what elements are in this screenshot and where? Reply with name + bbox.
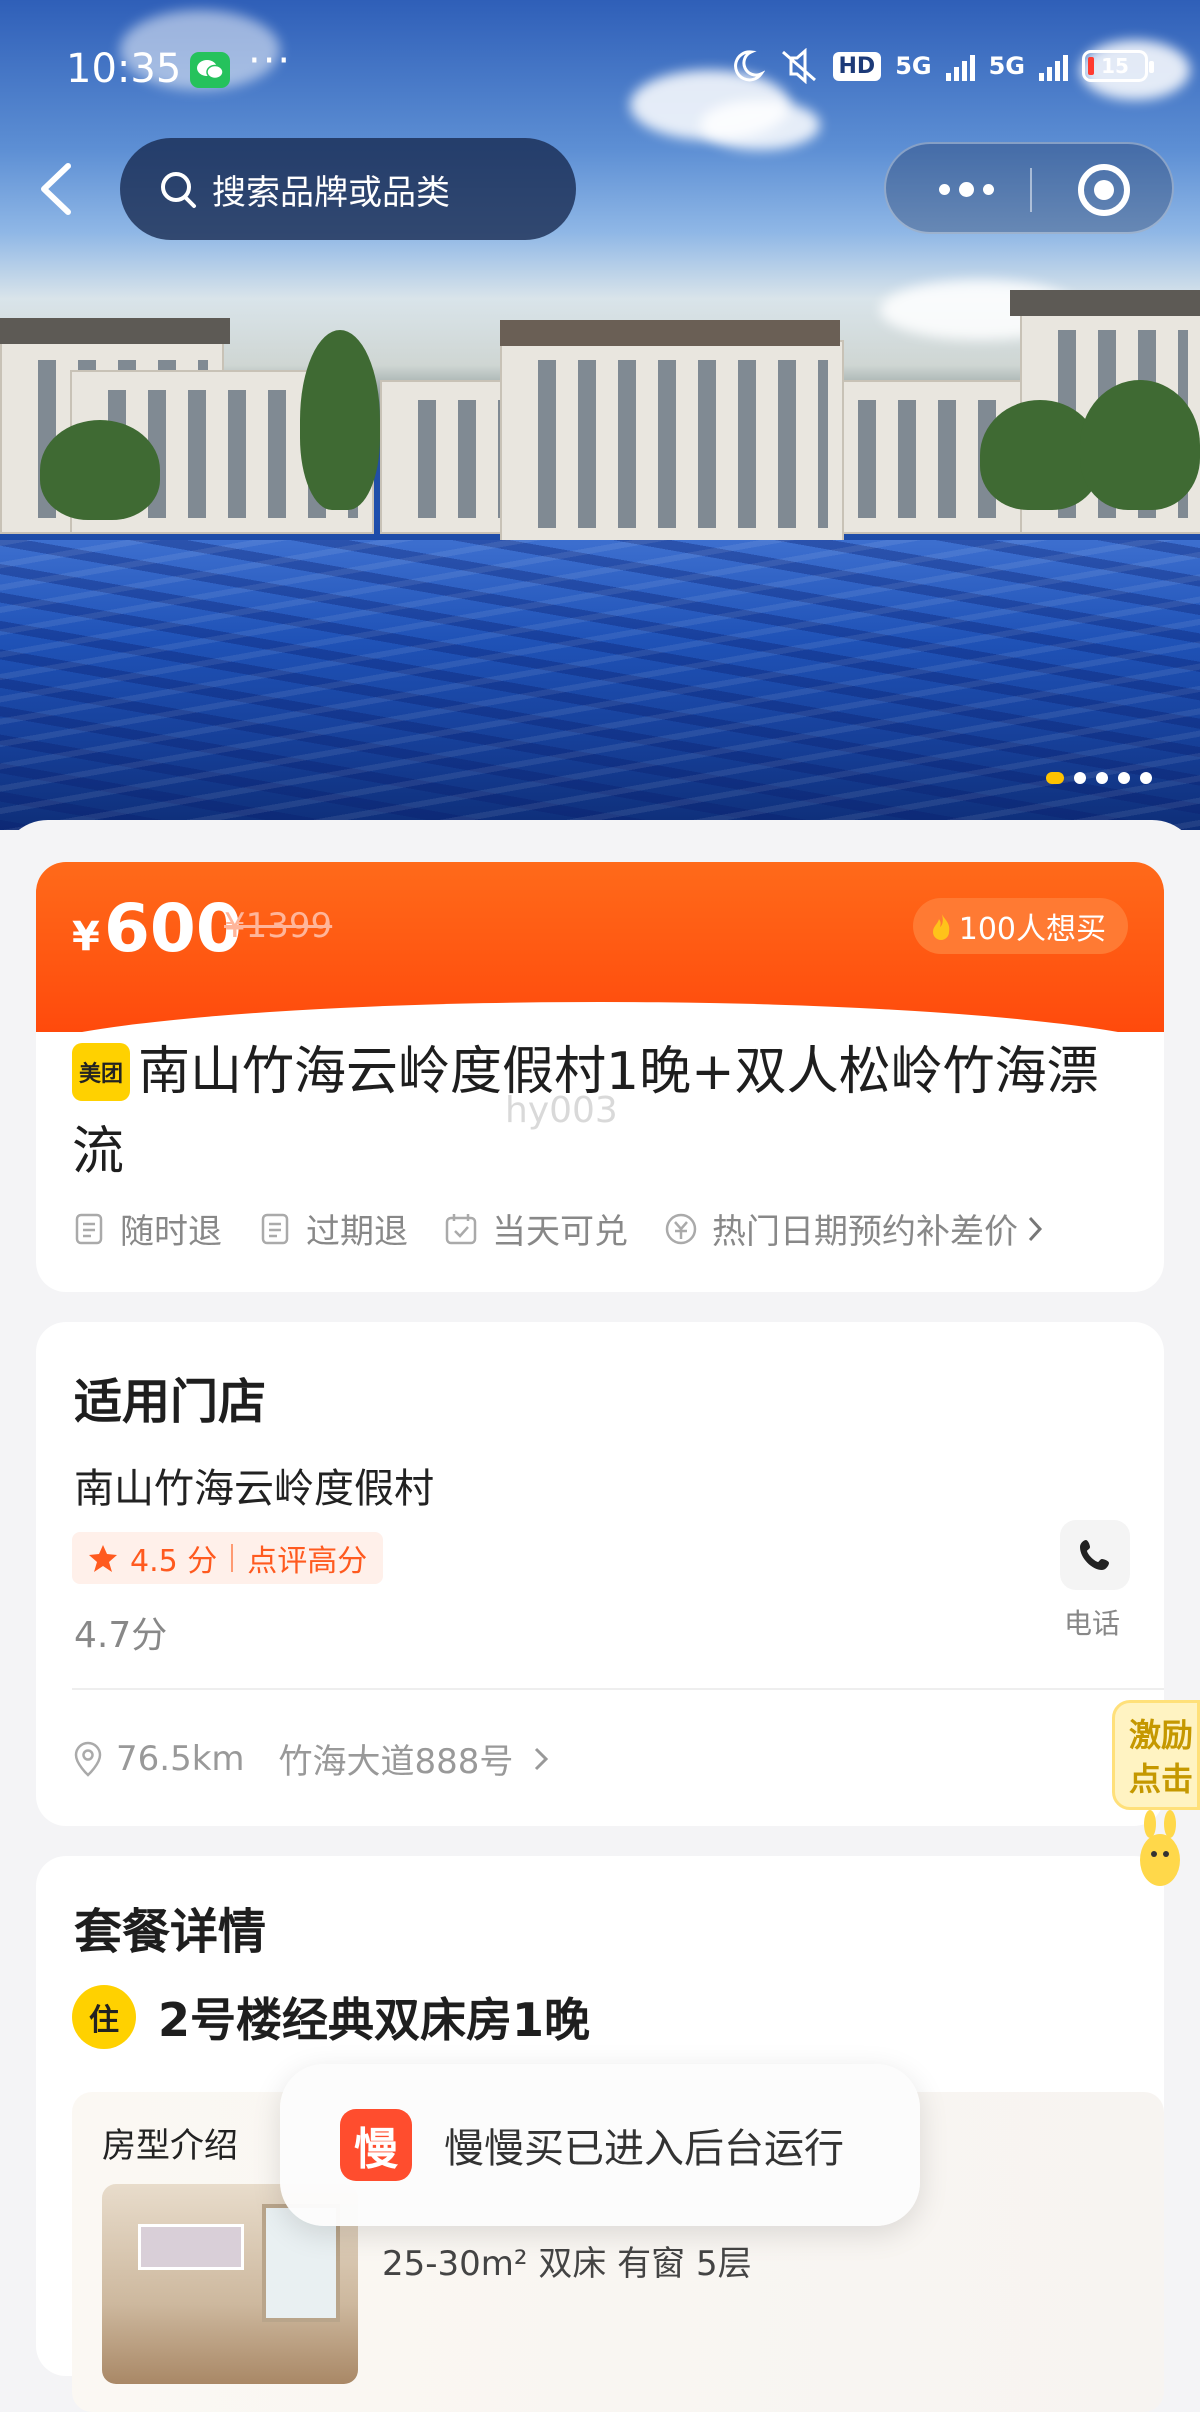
target-icon[interactable] (1078, 164, 1130, 216)
tag-label: 过期退 (306, 1212, 408, 1252)
stay-badge: 住 (72, 1985, 136, 2049)
store-address: 竹海大道888号 (278, 1742, 514, 1782)
moon-icon (733, 50, 765, 82)
mascot-icon (1140, 1810, 1180, 1886)
product-card: ¥ 600 ¥1399 100人想买 美团 南山竹海云岭度假村1晚+双人松岭竹海漂… (36, 862, 1164, 1292)
store-section-title: 适用门店 (74, 1374, 267, 1430)
pager-dot (1118, 772, 1130, 784)
location-pin-icon (74, 1741, 102, 1777)
tag-same-day: 当天可兑 (444, 1204, 628, 1253)
service-tags[interactable]: 随时退 过期退 当天可兑 热门日期预约补差价 (72, 1204, 1046, 1253)
original-price: ¥1399 (224, 906, 333, 946)
back-icon[interactable] (28, 156, 84, 222)
pager-dot (1140, 772, 1152, 784)
tag-label: 随时退 (120, 1212, 222, 1252)
want-count: 100人想买 (958, 912, 1106, 947)
tag-label: 热门日期预约补差价 (712, 1212, 1018, 1252)
reward-tile: 激励 点击 (1112, 1700, 1200, 1810)
carousel-pager (1046, 772, 1152, 784)
hd-icon: HD (832, 51, 882, 81)
store-name[interactable]: 南山竹海云岭度假村 (74, 1456, 434, 1514)
rating-badge: 4.5 分 点评高分 (72, 1532, 384, 1584)
pager-dot (1074, 772, 1086, 784)
manmanmai-app-icon: 慢 (340, 2109, 412, 2181)
divider (72, 1688, 1164, 1690)
reward-line1: 激励 (1129, 1716, 1194, 1754)
document-icon (261, 1213, 289, 1244)
signal-icon (1039, 51, 1068, 81)
chevron-right-icon (535, 1747, 549, 1770)
rating-note: 点评高分 (247, 1544, 368, 1579)
search-placeholder: 搜索品牌或品类 (212, 172, 450, 213)
tag-expire-refund: 过期退 (258, 1204, 408, 1253)
price-band: ¥ 600 ¥1399 100人想买 (36, 862, 1164, 1032)
miniprogram-capsule (884, 142, 1174, 234)
tag-hot-dates: 热门日期预约补差价 (664, 1204, 1018, 1253)
room-intro-label: 房型介绍 (102, 2126, 238, 2166)
package-section-title: 套餐详情 (74, 1904, 267, 1960)
watermark-text: hy003 (505, 1090, 618, 1131)
network-label: 5G (895, 52, 932, 80)
star-icon (89, 1545, 117, 1572)
battery-icon: 15 (1082, 50, 1154, 82)
phone-icon (1080, 1540, 1109, 1570)
tag-label: 当天可兑 (492, 1212, 628, 1252)
chevron-right-icon (1028, 1216, 1043, 1241)
more-icon[interactable] (926, 166, 1006, 212)
reward-line2: 点击 (1129, 1760, 1194, 1798)
store-distance: 76.5km (116, 1738, 245, 1779)
status-time: 10:35 (66, 46, 182, 92)
pager-dot (1096, 772, 1108, 784)
currency-symbol: ¥ (72, 914, 100, 960)
room-spec: 25-30m² 双床 有窗 5层 (382, 2244, 752, 2284)
status-more-dots: ··· (248, 38, 293, 84)
store-card: 适用门店 南山竹海云岭度假村 4.5 分 点评高分 4.7分 电话 76.5km… (36, 1322, 1164, 1826)
signal-icon (945, 51, 975, 81)
stay-row: 住 2号楼经典双床房1晚 (72, 1984, 590, 2050)
sale-price: 600 (104, 890, 242, 967)
search-input[interactable]: 搜索品牌或品类 (120, 138, 576, 240)
store-score: 4.7分 (74, 1615, 168, 1656)
rating-value: 4.5 分 (130, 1544, 218, 1579)
calendar-check-icon (445, 1213, 477, 1244)
yuan-coin-icon (665, 1213, 697, 1244)
status-bar: 10:35 ··· HD 5G 5G 15 (0, 0, 1200, 140)
wechat-icon (190, 52, 230, 88)
meituan-logo: 美团 (72, 1043, 130, 1101)
flame-icon (932, 912, 950, 940)
reward-widget[interactable]: 激励 点击 (1112, 1700, 1200, 1890)
toast-text: 慢慢买已进入后台运行 (444, 2126, 844, 2172)
tag-refund-anytime: 随时退 (72, 1204, 222, 1253)
battery-level: 15 (1101, 54, 1129, 78)
stay-name: 2号楼经典双床房1晚 (158, 1993, 591, 2047)
phone-button[interactable] (1060, 1520, 1130, 1590)
address-row[interactable]: 76.5km 竹海大道888号 (72, 1734, 551, 1783)
background-run-toast: 慢 慢慢买已进入后台运行 (280, 2064, 920, 2226)
search-icon (161, 172, 196, 208)
network-label: 5G (988, 52, 1025, 80)
phone-label[interactable]: 电话 (1064, 1602, 1120, 1642)
pager-dot-active (1046, 772, 1064, 784)
document-icon (75, 1213, 103, 1244)
want-count-badge: 100人想买 (912, 898, 1128, 954)
mute-icon (781, 48, 816, 84)
